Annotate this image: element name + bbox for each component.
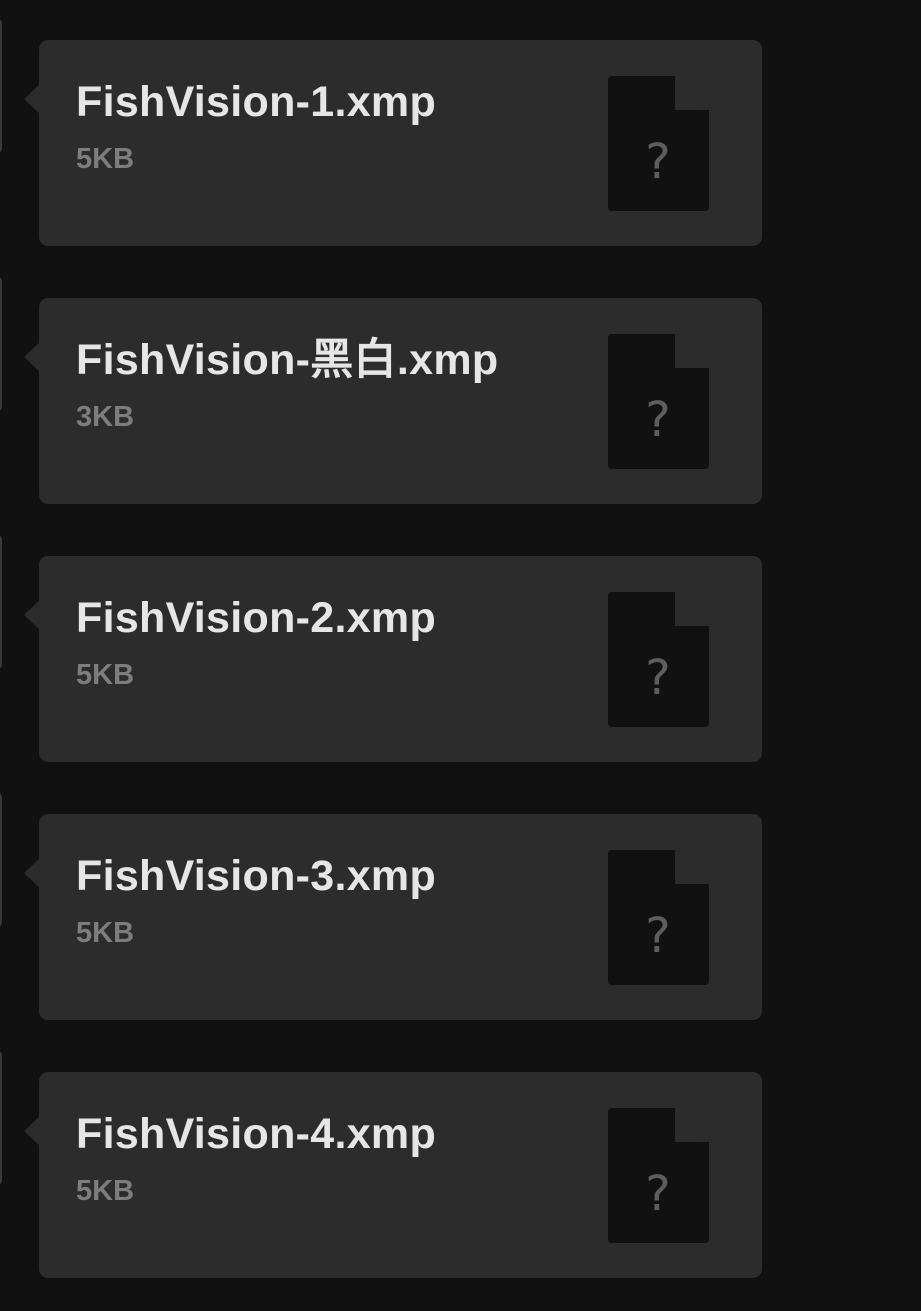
file-name: FishVision-4.xmp bbox=[76, 1110, 437, 1158]
file-size: 3KB bbox=[76, 401, 135, 433]
question-mark-icon: ? bbox=[645, 134, 670, 190]
question-mark-icon: ? bbox=[645, 650, 670, 706]
file-size: 5KB bbox=[76, 1175, 135, 1207]
file-message-bubble[interactable]: FishVision-3.xmp 5KB ? bbox=[24, 814, 762, 1020]
question-mark-icon: ? bbox=[645, 908, 670, 964]
unknown-file-icon: ? bbox=[608, 592, 709, 727]
file-name: FishVision-3.xmp bbox=[76, 852, 437, 900]
unknown-file-icon: ? bbox=[608, 334, 709, 469]
file-name: FishVision-1.xmp bbox=[76, 78, 437, 126]
bubble-tail bbox=[24, 1116, 40, 1146]
file-name: FishVision-黑白.xmp bbox=[76, 336, 499, 384]
file-size: 5KB bbox=[76, 143, 135, 175]
sender-avatar-edge[interactable] bbox=[0, 276, 2, 412]
sender-avatar-edge[interactable] bbox=[0, 1050, 2, 1186]
file-message-bubble[interactable]: FishVision-4.xmp 5KB ? bbox=[24, 1072, 762, 1278]
file-size: 5KB bbox=[76, 659, 135, 691]
bubble-tail bbox=[24, 342, 40, 372]
question-mark-icon: ? bbox=[645, 1166, 670, 1222]
file-size: 5KB bbox=[76, 917, 135, 949]
file-message-bubble[interactable]: FishVision-2.xmp 5KB ? bbox=[24, 556, 762, 762]
bubble-tail bbox=[24, 600, 40, 630]
unknown-file-icon: ? bbox=[608, 1108, 709, 1243]
sender-avatar-edge[interactable] bbox=[0, 18, 2, 154]
file-message-bubble[interactable]: FishVision-黑白.xmp 3KB ? bbox=[24, 298, 762, 504]
bubble-tail bbox=[24, 84, 40, 114]
sender-avatar-edge[interactable] bbox=[0, 792, 2, 928]
bubble-tail bbox=[24, 858, 40, 888]
unknown-file-icon: ? bbox=[608, 850, 709, 985]
unknown-file-icon: ? bbox=[608, 76, 709, 211]
file-message-bubble[interactable]: FishVision-1.xmp 5KB ? bbox=[24, 40, 762, 246]
sender-avatar-edge[interactable] bbox=[0, 534, 2, 670]
file-name: FishVision-2.xmp bbox=[76, 594, 437, 642]
question-mark-icon: ? bbox=[645, 392, 670, 448]
